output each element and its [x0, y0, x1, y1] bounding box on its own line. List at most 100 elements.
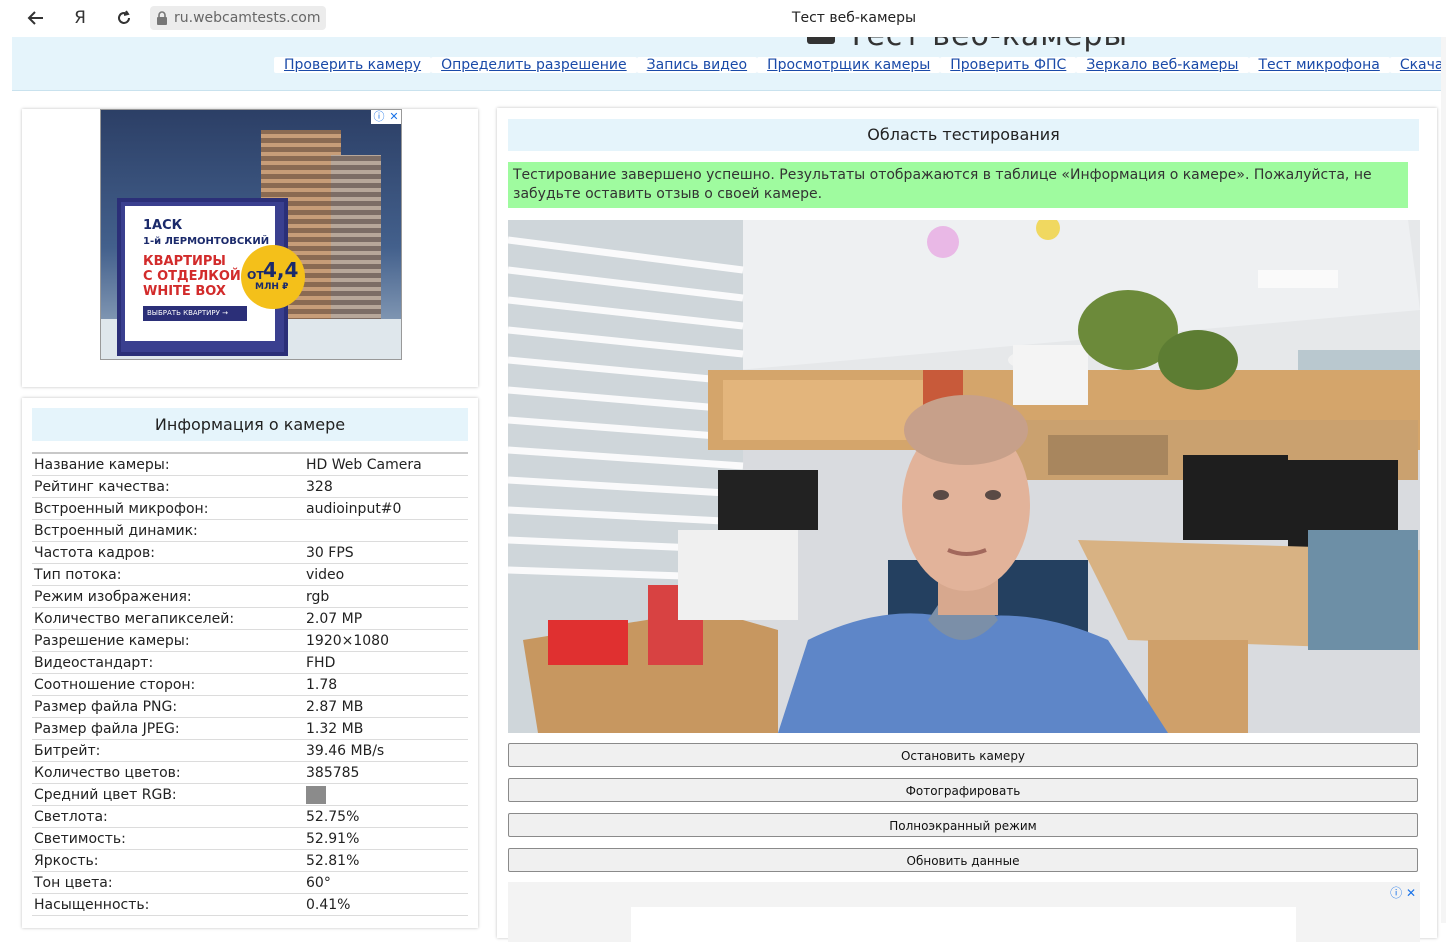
- bottom-ad[interactable]: ⓘ ✕: [508, 882, 1420, 947]
- info-key: Соотношение сторон:: [34, 677, 196, 693]
- info-key: Частота кадров:: [34, 545, 155, 561]
- bottom-ad-close-icon[interactable]: ✕: [1406, 886, 1416, 900]
- info-key: Рейтинг качества:: [34, 479, 170, 495]
- table-row: Количество мегапикселей: 2.07 MP: [32, 608, 468, 630]
- table-row: Режим изображения: rgb: [32, 586, 468, 608]
- ad-price-unit: МЛН ₽: [255, 282, 289, 292]
- nav-link-download[interactable]: Скачать др: [1389, 57, 1446, 73]
- camera-info-panel: Информация о камере Название камеры: HD W…: [22, 398, 478, 928]
- table-row: Видеостандарт: FHD: [32, 652, 468, 674]
- info-value: 52.75%: [306, 809, 360, 825]
- table-row: Битрейт: 39.46 MB/s: [32, 740, 468, 762]
- camera-logo-icon: [807, 37, 835, 44]
- info-key: Название камеры:: [34, 457, 170, 473]
- nav-link-mic-test[interactable]: Тест микрофона: [1248, 57, 1390, 73]
- info-key: Разрешение камеры:: [34, 633, 190, 649]
- info-key: Видеостандарт:: [34, 655, 154, 671]
- stop-camera-button[interactable]: Остановить камеру: [508, 743, 1418, 767]
- info-value: 52.81%: [306, 853, 360, 869]
- info-key: Тип потока:: [34, 567, 122, 583]
- camera-info-table: Название камеры: HD Web Camera Рейтинг ка…: [32, 452, 468, 916]
- info-key: Светимость:: [34, 831, 126, 847]
- back-button[interactable]: [24, 6, 48, 30]
- nav-link-camera-viewer[interactable]: Просмотрщик камеры: [757, 57, 941, 73]
- reload-icon: [118, 10, 130, 24]
- ad-headline-1: КВАРТИРЫ: [143, 254, 226, 269]
- take-photo-button[interactable]: Фотографировать: [508, 778, 1418, 802]
- info-key: Размер файла PNG:: [34, 699, 178, 715]
- info-value: rgb: [306, 589, 330, 605]
- fullscreen-button[interactable]: Полноэкранный режим: [508, 813, 1418, 837]
- table-row: Светимость: 52.91%: [32, 828, 468, 850]
- info-key: Тон цвета:: [34, 875, 113, 891]
- info-value: 328: [306, 479, 333, 495]
- ad-price-value: 4,4: [263, 258, 299, 282]
- arrow-left-icon: [27, 11, 43, 25]
- info-value: audioinput#0: [306, 501, 402, 517]
- table-row: Встроенный динамик:: [32, 520, 468, 542]
- nav-link-resolution[interactable]: Определить разрешение: [431, 57, 637, 73]
- info-key: Светлота:: [34, 809, 108, 825]
- table-row: Название камеры: HD Web Camera: [32, 454, 468, 476]
- nav-link-mirror[interactable]: Зеркало веб-камеры: [1076, 57, 1249, 73]
- bottom-ad-controls: ⓘ ✕: [1390, 884, 1416, 901]
- ad-headline-2: С ОТДЕЛКОЙ: [143, 269, 241, 284]
- nav-link-fps[interactable]: Проверить ФПС: [940, 57, 1077, 73]
- site-logo-text: Тест веб-камеры: [847, 37, 1128, 53]
- table-row: Размер файла JPEG: 1.32 MB: [32, 718, 468, 740]
- camera-video-feed[interactable]: [508, 220, 1420, 733]
- refresh-data-button[interactable]: Обновить данные: [508, 848, 1418, 872]
- webcam-frame-image: [508, 220, 1420, 733]
- table-row: Средний цвет RGB:: [32, 784, 468, 806]
- nav-link-check-camera[interactable]: Проверить камеру: [274, 57, 432, 73]
- info-value: 385785: [306, 765, 360, 781]
- info-key: Средний цвет RGB:: [34, 787, 177, 803]
- test-area-title: Область тестирования: [508, 119, 1419, 151]
- info-value: 30 FPS: [306, 545, 354, 561]
- table-row: Рейтинг качества: 328: [32, 476, 468, 498]
- site-logo[interactable]: Тест веб-камеры: [807, 37, 1128, 53]
- reload-button[interactable]: [112, 6, 136, 30]
- top-navigation: Проверить камеру Определить разрешение З…: [274, 57, 1446, 73]
- address-bar[interactable]: ru.webcamtests.com: [150, 6, 327, 30]
- nav-link-video-record[interactable]: Запись видео: [636, 57, 758, 73]
- info-key: Количество цветов:: [34, 765, 181, 781]
- info-key: Битрейт:: [34, 743, 101, 759]
- info-value: 39.46 MB/s: [306, 743, 385, 759]
- ad-close-icon[interactable]: ✕: [389, 110, 398, 124]
- browser-toolbar: Я ru.webcamtests.com Тест веб-камеры: [0, 0, 1446, 37]
- info-key: Размер файла JPEG:: [34, 721, 180, 737]
- ad-panel: 1АСК 1-й ЛЕРМОНТОВСКИЙ КВАРТИРЫ С ОТДЕЛК…: [22, 109, 478, 387]
- avg-color-swatch: [306, 786, 326, 804]
- ad-controls: ⓘ ✕: [371, 110, 401, 124]
- yandex-label: Я: [74, 8, 86, 28]
- table-row: Количество цветов: 385785: [32, 762, 468, 784]
- test-area-panel: Область тестирования Тестирование заверш…: [497, 108, 1437, 947]
- info-value: 1920×1080: [306, 633, 389, 649]
- info-key: Яркость:: [34, 853, 99, 869]
- ad-headline: КВАРТИРЫ С ОТДЕЛКОЙ WHITE BOX: [143, 254, 241, 299]
- ad-choose-button[interactable]: ВЫБРАТЬ КВАРТИРУ →: [143, 306, 247, 321]
- site-header: Тест веб-камеры Проверить камеру Определ…: [12, 37, 1446, 91]
- yandex-button[interactable]: Я: [68, 6, 92, 30]
- table-row: Светлота: 52.75%: [32, 806, 468, 828]
- bottom-ad-content: [631, 907, 1296, 947]
- table-row: Яркость: 52.81%: [32, 850, 468, 872]
- scrollbar[interactable]: [1441, 37, 1446, 923]
- info-value: HD Web Camera: [306, 457, 422, 473]
- banner-ad[interactable]: 1АСК 1-й ЛЕРМОНТОВСКИЙ КВАРТИРЫ С ОТДЕЛК…: [100, 109, 402, 360]
- table-row: Тип потока: video: [32, 564, 468, 586]
- lock-icon: [157, 11, 167, 25]
- bottom-ad-info-icon[interactable]: ⓘ: [1390, 886, 1402, 900]
- success-message: Тестирование завершено успешно. Результа…: [508, 162, 1408, 208]
- ad-headline-3: WHITE BOX: [143, 284, 226, 299]
- info-value: 1.78: [306, 677, 338, 693]
- info-value: 1.32 MB: [306, 721, 364, 737]
- info-value: 52.91%: [306, 831, 360, 847]
- ad-info-icon[interactable]: ⓘ: [373, 110, 384, 124]
- info-value: video: [306, 567, 345, 583]
- table-row: Частота кадров: 30 FPS: [32, 542, 468, 564]
- table-row: Соотношение сторон: 1.78: [32, 674, 468, 696]
- table-row: Разрешение камеры: 1920×1080: [32, 630, 468, 652]
- info-value: FHD: [306, 655, 336, 671]
